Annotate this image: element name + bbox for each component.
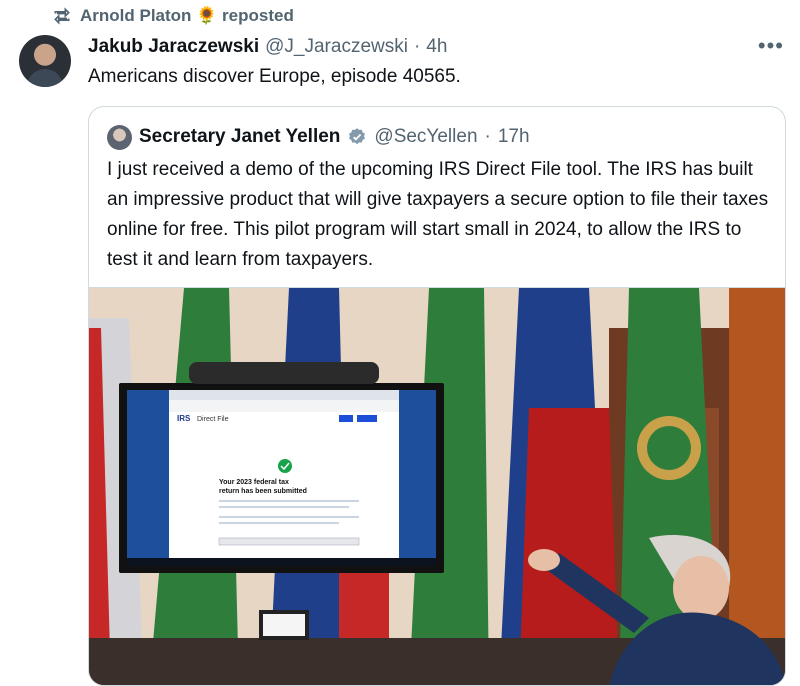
screen-headline-2: return has been submitted (219, 488, 307, 495)
screen-product: Direct File (197, 416, 229, 423)
quoted-avatar[interactable] (107, 124, 132, 150)
more-options-icon[interactable]: ••• (758, 34, 784, 58)
separator-dot: · (413, 36, 421, 57)
photo-illustration: IRS Direct File Your 2023 federal tax re… (89, 288, 785, 685)
verified-badge-icon (349, 128, 366, 145)
quoted-author-name[interactable]: Secretary Janet Yellen (139, 126, 340, 148)
author-handle[interactable]: @J_Jaraczewski (265, 36, 408, 58)
repost-label: Arnold Platon 🌻 reposted (80, 6, 294, 25)
screen-headline-1: Your 2023 federal tax (219, 479, 289, 486)
quoted-tweet[interactable]: Secretary Janet Yellen @SecYellen · 17h … (88, 106, 786, 686)
screen-logo: IRS (177, 414, 191, 423)
quoted-tweet-header: Secretary Janet Yellen @SecYellen · 17h (107, 124, 530, 150)
repost-banner[interactable]: Arnold Platon 🌻 reposted (52, 4, 294, 28)
quoted-timestamp[interactable]: 17h (498, 126, 530, 148)
tweet-text: Americans discover Europe, episode 40565… (88, 66, 461, 87)
tweet-photo[interactable]: IRS Direct File Your 2023 federal tax re… (89, 287, 785, 685)
tweet-timestamp[interactable]: 4h (426, 36, 447, 58)
repost-icon (54, 7, 70, 25)
quoted-separator-dot: · (484, 126, 491, 147)
avatar[interactable] (19, 35, 71, 87)
author-name[interactable]: Jakub Jaraczewski (88, 36, 259, 58)
quoted-author-handle[interactable]: @SecYellen (374, 126, 477, 148)
quoted-tweet-text: I just received a demo of the upcoming I… (107, 159, 769, 270)
tweet-header: Jakub Jaraczewski @J_Jaraczewski · 4h (88, 34, 447, 60)
